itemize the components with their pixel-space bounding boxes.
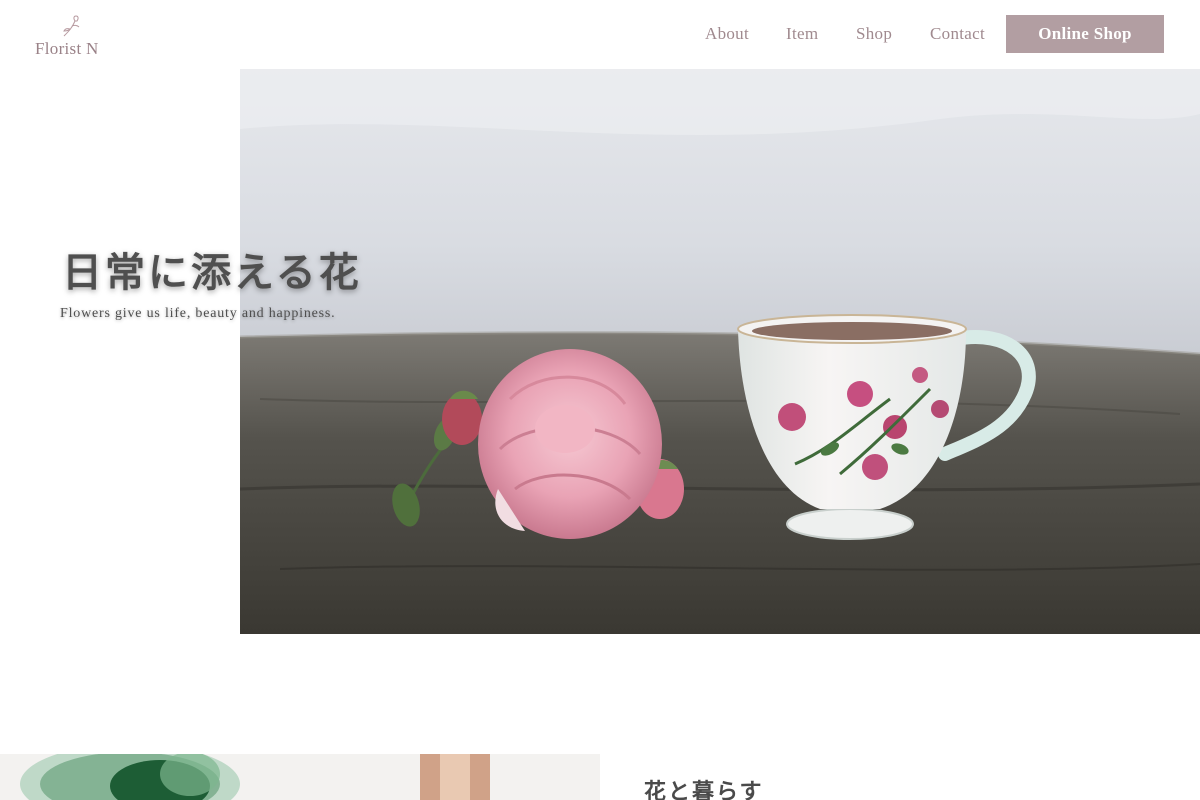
site-header: Florist N About Item Shop Contact Online…: [0, 0, 1200, 69]
flower-sprig-icon: [63, 15, 80, 37]
nav-link-shop[interactable]: Shop: [856, 24, 892, 44]
section-photo: [0, 754, 600, 800]
nav-link-about[interactable]: About: [705, 24, 749, 44]
hero-photo: [240, 69, 1200, 634]
hero-subtitle: Flowers give us life, beauty and happine…: [60, 306, 336, 321]
rose-teacup-illustration: [240, 69, 1200, 634]
nav-link-contact[interactable]: Contact: [930, 24, 985, 44]
section-title: 花と暮らす: [644, 779, 764, 800]
nav-link-item[interactable]: Item: [786, 24, 818, 44]
green-vases-illustration: [0, 754, 600, 800]
logo-link[interactable]: Florist N: [34, 14, 106, 60]
hero-title: 日常に添える花: [62, 249, 362, 296]
online-shop-button[interactable]: Online Shop: [1006, 15, 1164, 53]
logo-text: Florist N: [35, 39, 99, 58]
